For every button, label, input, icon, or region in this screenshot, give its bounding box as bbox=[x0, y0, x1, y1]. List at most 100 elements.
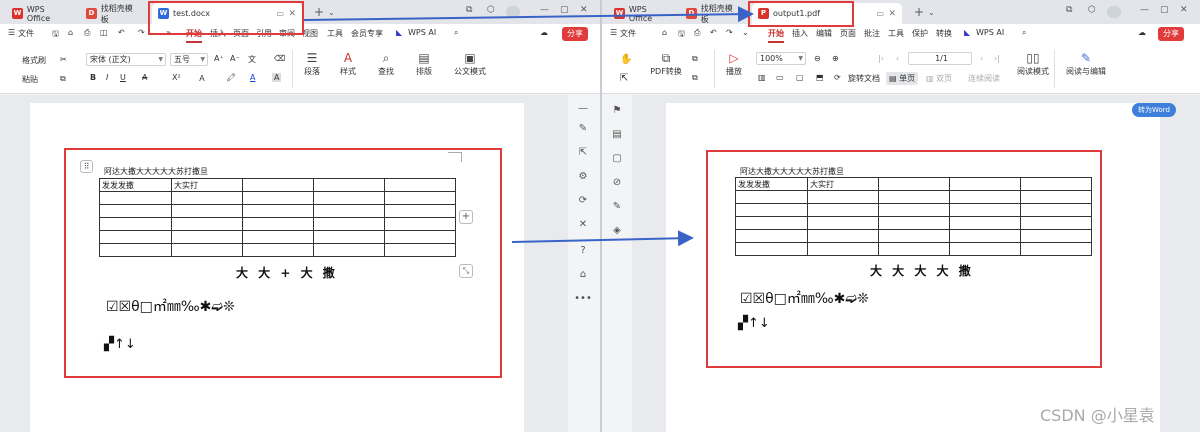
compress-icon[interactable]: ⧉ bbox=[692, 54, 698, 64]
prev-page-icon[interactable]: ‹ bbox=[896, 54, 899, 63]
new-tab-icon[interactable]: + bbox=[314, 5, 324, 19]
redo-icon[interactable]: ↷ bbox=[726, 28, 733, 37]
zoom-select[interactable]: 100% ▼ bbox=[756, 52, 806, 65]
copy-icon[interactable]: ⧉ bbox=[60, 74, 66, 84]
char-shading-icon[interactable]: A bbox=[272, 73, 282, 82]
open-icon[interactable]: ⌂ bbox=[68, 28, 73, 37]
play-button[interactable]: ▷ 播放 bbox=[720, 50, 748, 77]
cube-icon[interactable]: ⬡ bbox=[487, 5, 495, 15]
thumbnail-icon[interactable]: ▤ bbox=[602, 129, 632, 140]
font-name-select[interactable]: 宋体 (正文) ▼ bbox=[86, 53, 166, 66]
first-page-icon[interactable]: |‹ bbox=[878, 54, 884, 63]
minimize-icon[interactable]: — bbox=[1140, 5, 1149, 15]
zoom-in-icon[interactable]: ⊕ bbox=[832, 54, 839, 63]
rotate-doc-button[interactable]: 旋转文档 bbox=[848, 73, 880, 84]
layout-icon[interactable]: ⧉ bbox=[1066, 5, 1072, 15]
cut-icon[interactable]: ✂ bbox=[60, 55, 67, 64]
find-button[interactable]: ⌕ 查找 bbox=[372, 50, 400, 77]
extract-icon[interactable]: ⧉ bbox=[692, 73, 698, 83]
paragraph-button[interactable]: ☰ 段落 bbox=[298, 50, 326, 77]
pdf-convert-button[interactable]: ⧉ PDF转换 bbox=[646, 50, 686, 77]
tab-template[interactable]: D 找稻壳模板 bbox=[680, 3, 746, 24]
avatar[interactable] bbox=[506, 6, 520, 18]
menu-member[interactable]: 会员专享 bbox=[351, 28, 383, 39]
undo-icon[interactable]: ↶ bbox=[710, 28, 717, 37]
style-button[interactable]: A 样式 bbox=[334, 50, 362, 77]
read-edit-button[interactable]: ✎ 阅读与编辑 bbox=[1062, 50, 1110, 77]
tab-template[interactable]: D 找稻壳模板 bbox=[80, 3, 146, 24]
menu-protect[interactable]: 保护 bbox=[912, 28, 928, 39]
highlight-icon[interactable]: 🖍 bbox=[226, 73, 236, 82]
screen-icon[interactable]: ▭ bbox=[876, 9, 884, 18]
tab-wps-office[interactable]: W WPS Office bbox=[608, 3, 678, 24]
fit-width-icon[interactable]: ▭ bbox=[776, 73, 784, 82]
attachment-icon[interactable]: ⊘ bbox=[602, 177, 632, 188]
print-icon[interactable]: ⎙ bbox=[84, 28, 90, 38]
menu-tools[interactable]: 工具 bbox=[327, 28, 343, 39]
fit-page-icon[interactable]: ▢ bbox=[796, 73, 804, 82]
superscript-icon[interactable]: X² bbox=[172, 73, 181, 82]
layout-icon[interactable]: ⧉ bbox=[466, 5, 472, 15]
collapse-icon[interactable]: — bbox=[568, 103, 598, 114]
tab-dropdown-icon[interactable]: ⌄ bbox=[328, 8, 335, 17]
underline-icon[interactable]: U bbox=[120, 73, 126, 82]
cloud-icon[interactable]: ☁ bbox=[1138, 28, 1146, 37]
double-page-button[interactable]: ▥ 双页 bbox=[926, 73, 952, 84]
cube-icon[interactable]: ⬡ bbox=[1088, 5, 1096, 15]
continuous-read-button[interactable]: 连续阅读 bbox=[968, 73, 1000, 84]
close-window-icon[interactable]: ✕ bbox=[1180, 5, 1188, 15]
share-button[interactable]: 分享 bbox=[1158, 27, 1184, 41]
close-tab-icon[interactable]: ✕ bbox=[888, 9, 896, 19]
rotate-icon[interactable]: ⟳ bbox=[834, 73, 841, 82]
tab-dropdown-icon[interactable]: ⌄ bbox=[928, 8, 935, 17]
official-doc-button[interactable]: ▣ 公文模式 bbox=[452, 50, 488, 77]
ai-icon[interactable]: ◣ bbox=[396, 28, 402, 37]
hand-icon[interactable]: ✋ bbox=[620, 54, 632, 65]
search-icon[interactable]: ⌕ bbox=[1022, 28, 1026, 38]
paste-button[interactable]: 粘贴 bbox=[22, 74, 38, 85]
minimize-icon[interactable]: — bbox=[540, 5, 549, 15]
maximize-icon[interactable]: ▢ bbox=[560, 5, 569, 15]
undo-icon[interactable]: ↶ bbox=[118, 28, 125, 37]
hamburger-icon[interactable]: ☰ bbox=[8, 28, 15, 37]
layout-button[interactable]: ▤ 排版 bbox=[410, 50, 438, 77]
save-icon[interactable]: 🖫 bbox=[52, 28, 59, 42]
ai-icon[interactable]: ◣ bbox=[964, 28, 970, 37]
italic-icon[interactable]: I bbox=[106, 73, 108, 82]
format-painter-button[interactable]: 格式刷 bbox=[22, 55, 46, 66]
tab-wps-office[interactable]: W WPS Office bbox=[6, 3, 76, 24]
read-mode-button[interactable]: ▯▯ 阅读模式 bbox=[1016, 50, 1050, 77]
menu-insert[interactable]: 插入 bbox=[792, 28, 808, 39]
shrink-font-icon[interactable]: A⁻ bbox=[230, 54, 240, 63]
menu-start[interactable]: 开始 bbox=[768, 28, 784, 43]
layers-icon[interactable]: ◈ bbox=[602, 225, 632, 236]
menu-comment[interactable]: 批注 bbox=[864, 28, 880, 39]
last-page-icon[interactable]: ›| bbox=[994, 54, 1000, 63]
bookmark-icon[interactable]: ⚑ bbox=[602, 105, 632, 116]
zoom-out-icon[interactable]: ⊖ bbox=[814, 54, 821, 63]
menu-view[interactable]: 视图 bbox=[302, 28, 318, 39]
font-color-icon[interactable]: A bbox=[250, 73, 255, 82]
menu-convert[interactable]: 转换 bbox=[936, 28, 952, 39]
next-page-icon[interactable]: › bbox=[980, 54, 983, 63]
help-icon[interactable]: ? bbox=[568, 245, 598, 256]
menu-wps-ai[interactable]: WPS AI bbox=[408, 28, 436, 37]
select-icon[interactable]: ⇱ bbox=[620, 73, 628, 84]
menu-page[interactable]: 页面 bbox=[840, 28, 856, 39]
text-effect-icon[interactable]: Ａ bbox=[198, 73, 206, 84]
adjust-icon[interactable]: ⚙ bbox=[568, 171, 598, 182]
cursor-icon[interactable]: ⇱ bbox=[568, 147, 598, 158]
save-icon[interactable]: 🖫 bbox=[678, 28, 685, 42]
actual-size-icon[interactable]: ▥ bbox=[758, 73, 766, 82]
tools-icon[interactable]: ✕ bbox=[568, 219, 598, 230]
redo-icon[interactable]: ↷ bbox=[138, 28, 145, 37]
to-word-button[interactable]: 转为Word bbox=[1132, 103, 1176, 117]
preview-icon[interactable]: ◫ bbox=[100, 28, 108, 37]
grow-font-icon[interactable]: A⁺ bbox=[214, 54, 224, 63]
menu-file[interactable]: 文件 bbox=[620, 28, 636, 39]
close-window-icon[interactable]: ✕ bbox=[580, 5, 588, 15]
open-icon[interactable]: ⌂ bbox=[662, 28, 667, 37]
hamburger-icon[interactable]: ☰ bbox=[610, 28, 617, 37]
clear-format-icon[interactable]: ⌫ bbox=[274, 54, 285, 63]
menu-file[interactable]: 文件 bbox=[18, 28, 34, 39]
